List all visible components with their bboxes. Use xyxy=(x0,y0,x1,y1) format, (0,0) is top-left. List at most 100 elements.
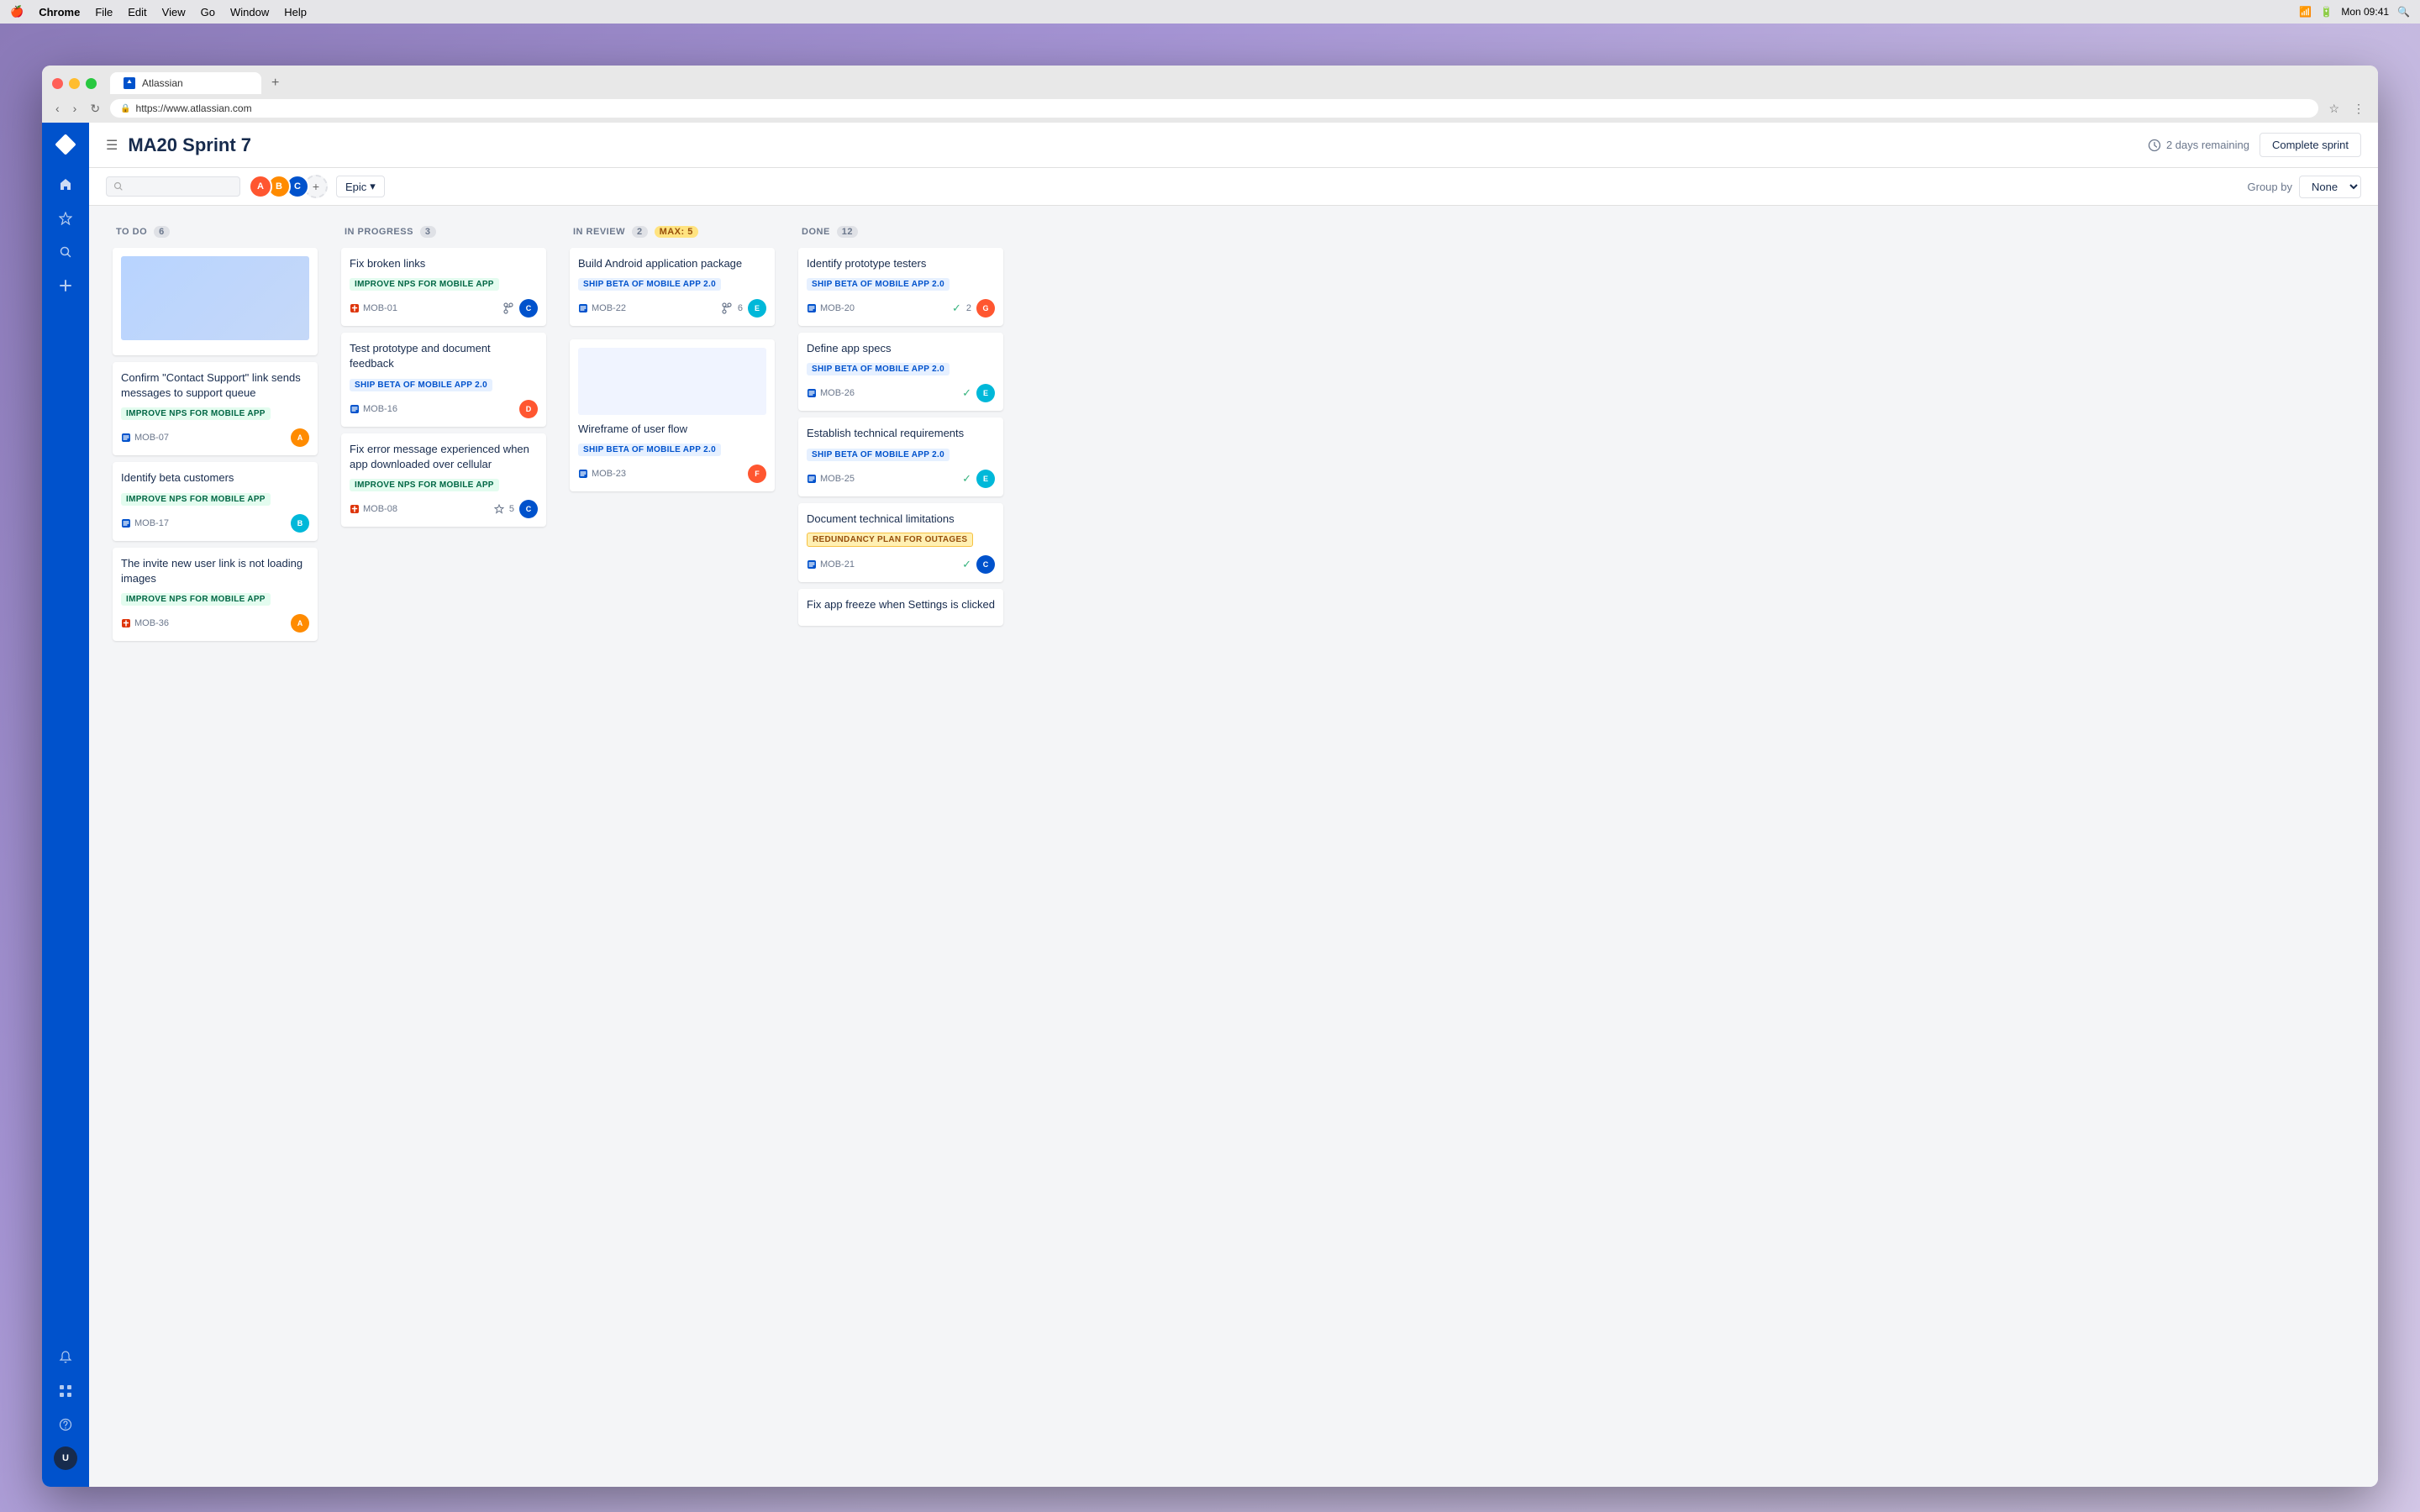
card-mob-16-epic[interactable]: SHIP BETA OF MOBILE APP 2.0 xyxy=(350,379,492,391)
card-mob-16[interactable]: Test prototype and document feedback SHI… xyxy=(341,333,546,426)
menu-help[interactable]: Help xyxy=(284,6,307,18)
card-image-placeholder[interactable] xyxy=(113,248,318,355)
card-mob-08-title: Fix error message experienced when app d… xyxy=(350,442,538,472)
menubar-right: 📶 🔋 Mon 09:41 🔍 xyxy=(2299,6,2410,18)
card-mob-20-avatar: G xyxy=(976,299,995,318)
card-mob-25-footer: MOB-25 ✓ E xyxy=(807,470,995,488)
card-mob-08[interactable]: Fix error message experienced when app d… xyxy=(341,433,546,527)
card-mob-07-footer: MOB-07 A xyxy=(121,428,309,447)
address-input-container[interactable]: 🔒 https://www.atlassian.com xyxy=(110,99,2318,118)
back-button[interactable]: ‹ xyxy=(52,100,63,117)
browser-tab[interactable]: Atlassian xyxy=(110,72,261,94)
card-mob-23-id: MOB-23 xyxy=(578,469,626,479)
complete-sprint-button[interactable]: Complete sprint xyxy=(2260,133,2361,157)
sidebar-item-help[interactable] xyxy=(50,1410,81,1440)
card-mob-20[interactable]: Identify prototype testers SHIP BETA OF … xyxy=(798,248,1003,326)
card-mob-23-avatar: F xyxy=(748,465,766,483)
avatar-group: A B C + xyxy=(249,175,328,198)
forward-button[interactable]: › xyxy=(70,100,81,117)
card-mob-23-epic[interactable]: SHIP BETA OF MOBILE APP 2.0 xyxy=(578,444,721,456)
sidebar-item-profile[interactable]: U xyxy=(50,1443,81,1473)
card-mob-01[interactable]: Fix broken links IMPROVE NPS FOR MOBILE … xyxy=(341,248,546,326)
story-points-08: 5 xyxy=(509,504,514,514)
new-tab-button[interactable]: + xyxy=(265,72,286,94)
home-icon xyxy=(59,178,72,192)
card-mob-23-footer: MOB-23 F xyxy=(578,465,766,483)
card-mob-17[interactable]: Identify beta customers IMPROVE NPS FOR … xyxy=(113,462,318,540)
sidebar-item-notification[interactable] xyxy=(50,1342,81,1373)
column-todo-body: Confirm "Contact Support" link sends mes… xyxy=(106,244,324,644)
card-mob-26[interactable]: Define app specs SHIP BETA OF MOBILE APP… xyxy=(798,333,1003,411)
card-mob-25-epic[interactable]: SHIP BETA OF MOBILE APP 2.0 xyxy=(807,449,950,461)
notification-icon xyxy=(59,1351,72,1364)
card-mob-07[interactable]: Confirm "Contact Support" link sends mes… xyxy=(113,362,318,455)
menu-file[interactable]: File xyxy=(95,6,113,18)
branch-icon-22 xyxy=(721,302,733,314)
sidebar-item-star[interactable] xyxy=(50,203,81,234)
card-mob-22-epic[interactable]: SHIP BETA OF MOBILE APP 2.0 xyxy=(578,278,721,291)
fullscreen-button[interactable] xyxy=(86,78,97,89)
card-mob-23[interactable]: Wireframe of user flow SHIP BETA OF MOBI… xyxy=(570,339,775,491)
close-button[interactable] xyxy=(52,78,63,89)
search-icon[interactable]: 🔍 xyxy=(2397,6,2410,18)
card-mob-07-title: Confirm "Contact Support" link sends mes… xyxy=(121,370,309,401)
apple-menu[interactable]: 🍎 xyxy=(10,5,24,18)
refresh-button[interactable]: ↻ xyxy=(87,100,103,118)
days-remaining: 2 days remaining xyxy=(2148,139,2249,152)
card-mob-36-avatar: A xyxy=(291,614,309,633)
menu-icon[interactable]: ⋮ xyxy=(2349,100,2368,118)
sidebar-item-home[interactable] xyxy=(50,170,81,200)
group-by-select[interactable]: None xyxy=(2299,176,2361,198)
hamburger-menu[interactable]: ☰ xyxy=(106,137,118,154)
menu-view[interactable]: View xyxy=(162,6,186,18)
checkmark-icon-25: ✓ xyxy=(962,472,971,486)
card-mob-21[interactable]: Document technical limitations REDUNDANC… xyxy=(798,503,1003,582)
wifi-icon: 📶 xyxy=(2299,6,2312,18)
menu-edit[interactable]: Edit xyxy=(128,6,146,18)
menu-go[interactable]: Go xyxy=(201,6,215,18)
menubar-left: 🍎 Chrome File Edit View Go Window Help xyxy=(10,5,307,18)
card-mob-20-footer: MOB-20 ✓ 2 G xyxy=(807,299,995,318)
bookmark-icon[interactable]: ☆ xyxy=(2325,100,2343,118)
sidebar-logo[interactable] xyxy=(50,129,81,160)
card-mob-17-epic[interactable]: IMPROVE NPS FOR MOBILE APP xyxy=(121,493,271,506)
card-mob-01-id: MOB-01 xyxy=(350,303,397,313)
card-mob-26-epic[interactable]: SHIP BETA OF MOBILE APP 2.0 xyxy=(807,363,950,375)
menu-window[interactable]: Window xyxy=(230,6,269,18)
sidebar-item-apps[interactable] xyxy=(50,1376,81,1406)
page-title: MA20 Sprint 7 xyxy=(128,134,251,156)
search-input[interactable] xyxy=(129,181,213,192)
card-mob-21-footer: MOB-21 ✓ C xyxy=(807,555,995,574)
sidebar-item-create[interactable] xyxy=(50,270,81,301)
card-mob-22[interactable]: Build Android application package SHIP B… xyxy=(570,248,775,326)
card-mob-08-avatar: C xyxy=(519,500,538,518)
help-icon xyxy=(59,1418,72,1431)
card-mob-36[interactable]: The invite new user link is not loading … xyxy=(113,548,318,641)
card-mob-20-epic[interactable]: SHIP BETA OF MOBILE APP 2.0 xyxy=(807,278,950,291)
column-done-label: DONE xyxy=(802,227,830,237)
card-mob-25[interactable]: Establish technical requirements SHIP BE… xyxy=(798,417,1003,496)
card-mob-36-epic[interactable]: IMPROVE NPS FOR MOBILE APP xyxy=(121,593,271,606)
sidebar-item-search[interactable] xyxy=(50,237,81,267)
app-name[interactable]: Chrome xyxy=(39,6,80,18)
card-mob-08-epic[interactable]: IMPROVE NPS FOR MOBILE APP xyxy=(350,479,499,491)
card-mob-21-epic[interactable]: REDUNDANCY PLAN FOR OUTAGES xyxy=(807,533,973,547)
epic-filter-label: Epic xyxy=(345,181,366,193)
card-mob-07-epic[interactable]: IMPROVE NPS FOR MOBILE APP xyxy=(121,407,271,420)
card-mob-17-title: Identify beta customers xyxy=(121,470,309,486)
card-mob-01-epic[interactable]: IMPROVE NPS FOR MOBILE APP xyxy=(350,278,499,291)
card-mob-fix-freeze[interactable]: Fix app freeze when Settings is clicked xyxy=(798,589,1003,626)
story-icon-21 xyxy=(807,559,817,570)
epic-filter[interactable]: Epic ▾ xyxy=(336,176,385,197)
minimize-button[interactable] xyxy=(69,78,80,89)
column-inreview-header: IN REVIEW 2 MAX: 5 xyxy=(563,219,781,244)
card-mob-01-avatar: C xyxy=(519,299,538,318)
search-box[interactable] xyxy=(106,176,240,197)
story-icon xyxy=(121,433,131,443)
story-icon-17 xyxy=(121,518,131,528)
card-image xyxy=(121,256,309,340)
card-mob-22-footer: MOB-22 6 xyxy=(578,299,766,318)
avatar-user1[interactable]: A xyxy=(249,175,272,198)
card-mob-23-title: Wireframe of user flow xyxy=(578,422,766,437)
topbar-right: 2 days remaining Complete sprint xyxy=(2148,133,2361,157)
